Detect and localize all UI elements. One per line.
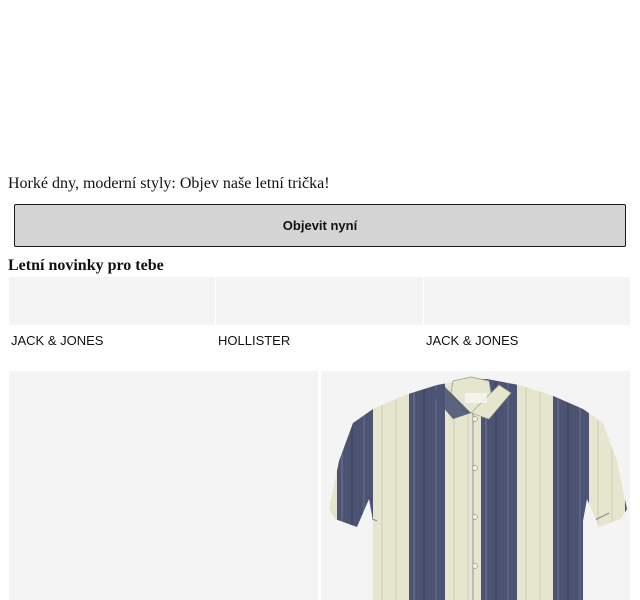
brand-card-jack-jones-1[interactable]: JACK & JONES (9, 277, 216, 355)
section-title: Letní novinky pro tebe (8, 257, 164, 274)
brand-name[interactable]: HOLLISTER (218, 333, 290, 348)
brand-thumbnail[interactable] (216, 277, 423, 325)
product-tile-1[interactable] (9, 371, 318, 600)
product-tile-2[interactable] (321, 371, 630, 600)
brand-name[interactable]: JACK & JONES (11, 333, 103, 348)
brand-thumbnail[interactable] (424, 277, 630, 325)
brand-name[interactable]: JACK & JONES (426, 333, 518, 348)
hero-image-area (0, 0, 640, 170)
brand-card-jack-jones-2[interactable]: JACK & JONES (424, 277, 631, 355)
promo-headline: Horké dny, moderní styly: Objev naše let… (8, 175, 330, 192)
discover-now-button[interactable]: Objevit nyní (14, 204, 626, 247)
brand-card-hollister[interactable]: HOLLISTER (216, 277, 424, 355)
striped-shirt-image[interactable] (321, 371, 630, 600)
brand-thumbnail[interactable] (9, 277, 215, 325)
